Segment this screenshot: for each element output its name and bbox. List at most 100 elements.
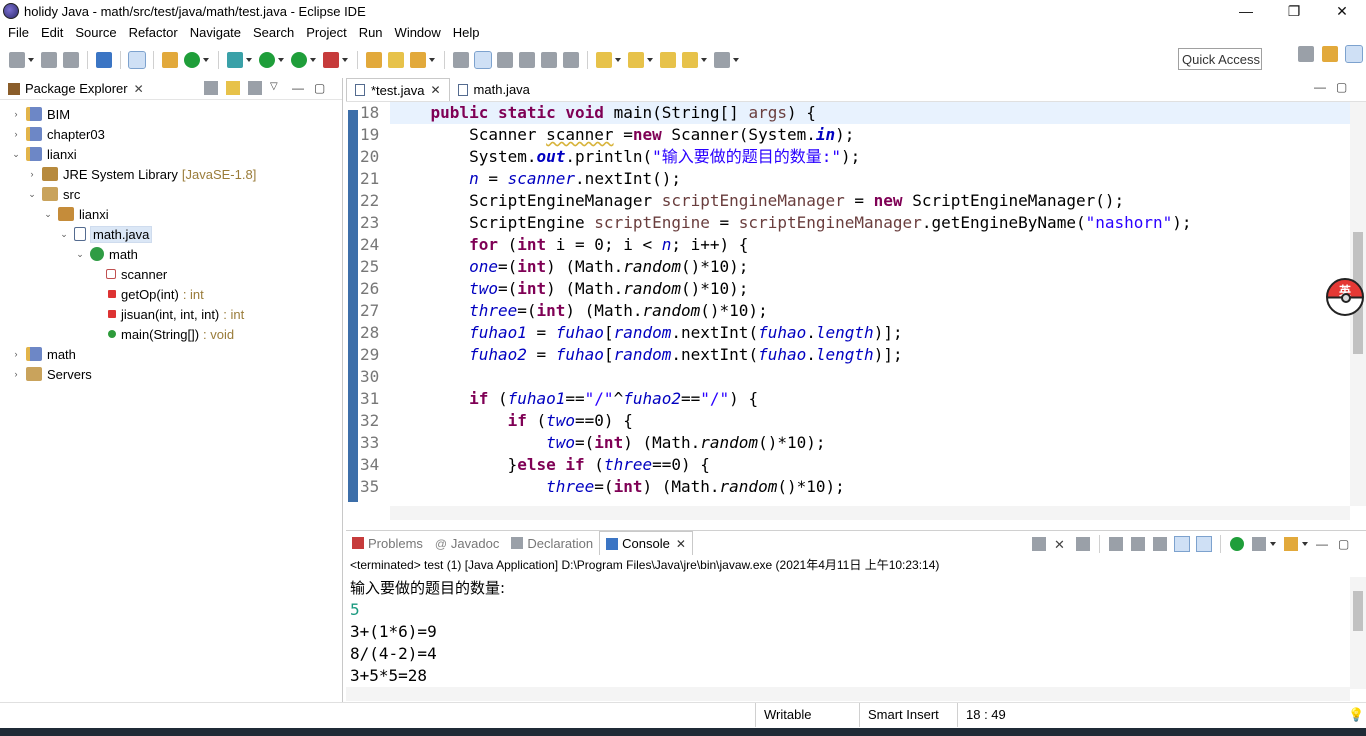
coverage-dropdown-icon[interactable] bbox=[310, 57, 316, 62]
display-selected-console-icon[interactable] bbox=[1252, 537, 1266, 551]
back-icon[interactable] bbox=[682, 51, 698, 68]
new-icon[interactable] bbox=[9, 51, 25, 68]
code-lines[interactable]: public static void main(String[] args) {… bbox=[390, 102, 1350, 506]
minimize-view-icon[interactable]: — bbox=[292, 81, 306, 95]
external-tools-dropdown-icon[interactable] bbox=[342, 57, 348, 62]
insert-mode-status[interactable]: Smart Insert bbox=[859, 703, 957, 727]
code-line[interactable]: for (int i = 0; i < n; i++) { bbox=[390, 234, 1350, 256]
menu-search[interactable]: Search bbox=[247, 25, 300, 40]
collapse-icon[interactable]: ⌄ bbox=[58, 228, 70, 240]
code-line[interactable]: fuhao1 = fuhao[random.nextInt(fuhao.leng… bbox=[390, 322, 1350, 344]
collapse-icon[interactable]: ⌄ bbox=[26, 188, 38, 200]
minimize-view-icon[interactable]: — bbox=[1314, 80, 1328, 94]
tree-item[interactable]: ⌄ src bbox=[0, 184, 342, 204]
last-edit-location-icon[interactable] bbox=[660, 51, 676, 68]
tab-problems[interactable]: Problems bbox=[346, 531, 429, 555]
tree-item[interactable]: › math bbox=[0, 344, 342, 364]
pin-console-icon[interactable] bbox=[1230, 537, 1244, 551]
tree-item[interactable]: ⌄ lianxi bbox=[0, 144, 342, 164]
tab-package-explorer[interactable]: Package Explorer ✕ bbox=[0, 78, 144, 100]
menu-refactor[interactable]: Refactor bbox=[123, 25, 184, 40]
debug-icon[interactable] bbox=[227, 51, 243, 68]
menu-source[interactable]: Source bbox=[69, 25, 122, 40]
menu-edit[interactable]: Edit bbox=[35, 25, 69, 40]
maximize-view-icon[interactable]: ▢ bbox=[314, 81, 328, 95]
tree-item[interactable]: ⌄ math.java bbox=[0, 224, 342, 244]
close-icon[interactable]: ✕ bbox=[134, 82, 144, 96]
code-editor[interactable]: 18 19 20 21 22 23 24 25 26 27 28 29 30 31 32 33 34 35 pub… bbox=[346, 102, 1350, 506]
quick-access-field[interactable]: Quick Access bbox=[1178, 48, 1262, 70]
menu-project[interactable]: Project bbox=[300, 25, 352, 40]
maximize-view-icon[interactable]: ▢ bbox=[1338, 537, 1352, 551]
next-annotation-dropdown-icon[interactable] bbox=[615, 57, 621, 62]
code-line[interactable] bbox=[390, 366, 1350, 388]
filters-icon[interactable] bbox=[248, 81, 262, 95]
java-perspective-icon[interactable] bbox=[1345, 45, 1363, 63]
tree-item[interactable]: › JRE System Library [JavaSE-1.8] bbox=[0, 164, 342, 184]
open-type-icon[interactable] bbox=[366, 51, 382, 68]
tab-test-java[interactable]: *test.java ✕ bbox=[346, 78, 450, 101]
code-line[interactable]: ScriptEngineManager scriptEngineManager … bbox=[390, 190, 1350, 212]
tab-javadoc[interactable]: @ Javadoc bbox=[429, 531, 505, 555]
previous-annotation-icon[interactable] bbox=[628, 51, 644, 68]
code-line[interactable]: two=(int) (Math.random()*10); bbox=[390, 432, 1350, 454]
pilcrow-icon[interactable] bbox=[563, 51, 579, 68]
collapse-icon[interactable]: ⌄ bbox=[10, 148, 22, 160]
search-dropdown-icon[interactable] bbox=[429, 57, 435, 62]
code-line[interactable]: n = scanner.nextInt(); bbox=[390, 168, 1350, 190]
tree-item[interactable]: ⌄ math bbox=[0, 244, 342, 264]
collapse-icon[interactable]: ⌄ bbox=[42, 208, 54, 220]
collapse-icon[interactable]: ⌄ bbox=[74, 248, 86, 260]
menu-window[interactable]: Window bbox=[389, 25, 447, 40]
console-horizontal-scrollbar[interactable] bbox=[346, 687, 1350, 701]
restore-button[interactable]: ❐ bbox=[1270, 0, 1318, 22]
code-line[interactable]: two=(int) (Math.random()*10); bbox=[390, 278, 1350, 300]
search-icon[interactable] bbox=[410, 51, 426, 68]
code-line[interactable]: if (two==0) { bbox=[390, 410, 1350, 432]
menu-run[interactable]: Run bbox=[353, 25, 389, 40]
external-tools-icon[interactable] bbox=[323, 51, 339, 68]
menu-help[interactable]: Help bbox=[447, 25, 486, 40]
save-all-icon[interactable] bbox=[63, 51, 79, 68]
code-line[interactable]: System.out.println("输入要做的题目的数量:"); bbox=[390, 146, 1350, 168]
show-console-on-stderr-icon[interactable] bbox=[1196, 536, 1212, 552]
code-line[interactable]: three=(int) (Math.random()*10); bbox=[390, 300, 1350, 322]
class-dropdown-icon[interactable] bbox=[203, 57, 209, 62]
toggle-highlight-icon[interactable] bbox=[474, 50, 492, 69]
run-icon[interactable] bbox=[259, 51, 275, 68]
tab-declaration[interactable]: Declaration bbox=[505, 531, 599, 555]
new-java-class-icon[interactable] bbox=[184, 51, 200, 68]
editor-horizontal-scrollbar[interactable] bbox=[390, 506, 1350, 520]
java-ee-perspective-icon[interactable] bbox=[1322, 46, 1338, 62]
terminate-icon[interactable] bbox=[1032, 537, 1046, 551]
close-icon[interactable]: ✕ bbox=[676, 537, 686, 551]
code-line[interactable]: fuhao2 = fuhao[random.nextInt(fuhao.leng… bbox=[390, 344, 1350, 366]
previous-annotation-dropdown-icon[interactable] bbox=[647, 57, 653, 62]
tab-console[interactable]: Console ✕ bbox=[599, 531, 693, 555]
expand-icon[interactable]: › bbox=[10, 348, 22, 360]
tree-item[interactable]: › Servers bbox=[0, 364, 342, 384]
minimize-view-icon[interactable]: — bbox=[1316, 537, 1330, 551]
code-line[interactable]: public static void main(String[] args) { bbox=[390, 102, 1350, 124]
scroll-thumb[interactable] bbox=[1353, 591, 1363, 631]
show-console-on-stdout-icon[interactable] bbox=[1174, 536, 1190, 552]
tree-item[interactable]: › BIM bbox=[0, 104, 342, 124]
word-wrap-icon[interactable] bbox=[1153, 537, 1167, 551]
new-dropdown-icon[interactable] bbox=[28, 57, 34, 62]
save-icon[interactable] bbox=[41, 51, 57, 68]
expand-icon[interactable]: › bbox=[26, 168, 38, 180]
forward-dropdown-icon[interactable] bbox=[733, 57, 739, 62]
run-dropdown-icon[interactable] bbox=[278, 57, 284, 62]
menu-navigate[interactable]: Navigate bbox=[184, 25, 247, 40]
skip-breakpoints-icon[interactable] bbox=[128, 50, 146, 69]
open-console-icon[interactable] bbox=[1284, 537, 1298, 551]
tree-item[interactable]: › chapter03 bbox=[0, 124, 342, 144]
menu-file[interactable]: File bbox=[2, 25, 35, 40]
console-output[interactable]: 输入要做的题目的数量: 5 3+(1*6)=9 8/(4-2)=4 3+5*5=28 bbox=[346, 577, 1350, 689]
collapse-all-icon[interactable] bbox=[204, 81, 218, 95]
remove-launch-icon[interactable]: ✕ bbox=[1054, 537, 1068, 552]
code-line[interactable]: ScriptEngine scriptEngine = scriptEngine… bbox=[390, 212, 1350, 234]
expand-icon[interactable]: › bbox=[10, 108, 22, 120]
show-whitespace-icon[interactable] bbox=[519, 51, 535, 68]
next-annotation-icon[interactable] bbox=[596, 51, 612, 68]
